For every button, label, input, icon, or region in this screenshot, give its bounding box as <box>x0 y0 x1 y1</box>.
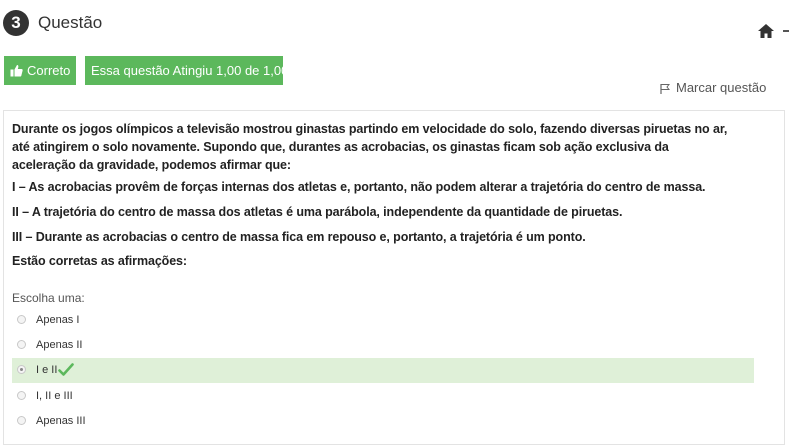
answer-option[interactable]: I, II e III <box>12 384 754 409</box>
answer-option[interactable]: Apenas III <box>12 409 754 434</box>
navigation-arrow-fragment <box>783 30 789 32</box>
check-icon <box>58 363 74 376</box>
statement-1: I – As acrobacias provêm de forças inter… <box>12 180 706 194</box>
grade-badge: Essa questão Atingiu 1,00 de 1,00 <box>85 56 288 85</box>
home-icon[interactable] <box>757 22 775 40</box>
correct-status-badge: Correto <box>4 56 76 85</box>
question-number-badge: 3 <box>3 10 29 36</box>
flag-question-label: Marcar questão <box>676 80 767 95</box>
answer-label: Apenas III <box>36 415 86 427</box>
answer-radio[interactable] <box>17 416 26 425</box>
answer-label: I e II <box>36 364 58 376</box>
choose-one-label: Escolha uma: <box>12 291 85 305</box>
answer-radio[interactable] <box>17 340 26 349</box>
answer-label: Apenas II <box>36 339 83 351</box>
answer-radio-selected[interactable] <box>17 365 26 374</box>
answer-label: Apenas I <box>36 314 80 326</box>
answer-option[interactable]: Apenas I <box>12 308 754 333</box>
flag-question-link[interactable]: Marcar questão <box>660 80 766 95</box>
statement-2: II – A trajetória do centro de massa dos… <box>12 205 623 219</box>
flag-icon <box>660 84 671 94</box>
correct-status-label: Correto <box>27 63 71 78</box>
answer-radio[interactable] <box>17 391 26 400</box>
answer-option-correct[interactable]: I e II <box>12 358 754 383</box>
answer-radio[interactable] <box>17 315 26 324</box>
answer-label: I, II e III <box>36 390 73 402</box>
thumbs-up-icon <box>10 65 23 77</box>
question-title: Questão <box>38 13 103 32</box>
question-closing-text: Estão corretas as afirmações: <box>12 254 187 268</box>
statement-3: III – Durante as acrobacias o centro de … <box>12 230 586 244</box>
answer-option[interactable]: Apenas II <box>12 333 754 358</box>
question-intro-text: Durante os jogos olímpicos a televisão m… <box>12 122 728 172</box>
